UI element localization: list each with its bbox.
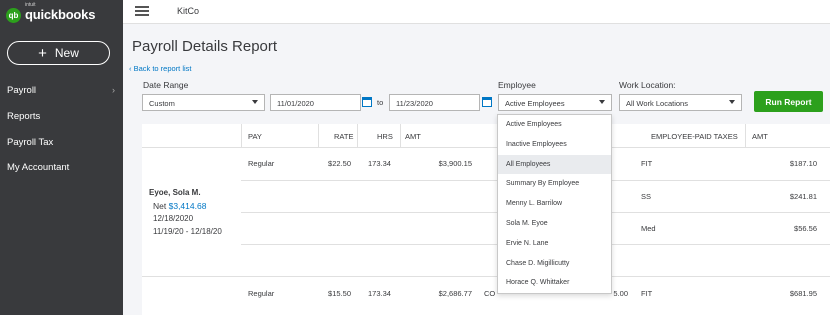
date-range-value: Custom <box>149 99 175 108</box>
dropdown-option-menny-barrilow[interactable]: Menny L. Barrilow <box>498 194 611 214</box>
cell-pay: Regular <box>248 159 275 168</box>
col-divider <box>357 124 358 147</box>
employee-value: Active Employees <box>505 99 565 108</box>
dropdown-option-sola-eyoe[interactable]: Sola M. Eyoe <box>498 214 611 234</box>
cell-tax-amt: $241.81 <box>789 192 817 201</box>
sidebar: qb intuit quickbooks + New Payroll › Rep… <box>0 0 123 315</box>
page-title: Payroll Details Report <box>132 38 278 55</box>
date-range-select[interactable]: Custom <box>142 94 265 111</box>
new-button[interactable]: + New <box>7 41 110 65</box>
row-divider <box>142 276 830 277</box>
top-bar: KitCo <box>123 0 830 24</box>
net-label: Net <box>153 201 167 211</box>
pay-period: 11/19/20 - 12/18/20 <box>153 227 222 236</box>
col-header-amt[interactable]: AMT <box>405 132 421 141</box>
col-header-rate[interactable]: RATE <box>334 132 353 141</box>
dropdown-option-horace-whittaker[interactable]: Horace Q. Whittaker <box>498 273 611 293</box>
sidebar-item-label: Payroll Tax <box>7 137 54 148</box>
hamburger-menu-icon[interactable] <box>135 6 149 16</box>
date-range-label: Date Range <box>143 80 189 90</box>
sidebar-item-label: Payroll <box>7 85 37 96</box>
chevron-down-icon <box>599 100 605 104</box>
pay-date: 12/18/2020 <box>153 214 194 223</box>
employee-select[interactable]: Active Employees <box>498 94 612 111</box>
net-amount-link[interactable]: $3,414.68 <box>169 201 207 211</box>
header-divider <box>142 147 830 148</box>
dropdown-option-inactive-employees[interactable]: Inactive Employees <box>498 135 611 155</box>
employee-net: Net $3,414.68 <box>153 201 206 211</box>
col-divider <box>318 124 319 147</box>
qb-logo-icon: qb <box>6 7 21 23</box>
cell-tax-name: SS <box>641 192 652 201</box>
employee-label: Employee <box>498 80 536 90</box>
to-label: to <box>377 98 384 107</box>
sidebar-item-payroll-tax[interactable]: Payroll Tax <box>7 137 115 148</box>
cell-tax-amt: $681.95 <box>789 289 817 298</box>
employee-dropdown-menu: Active Employees Inactive Employees All … <box>497 114 612 294</box>
col-divider <box>400 124 401 147</box>
cell-pay: Regular <box>248 289 275 298</box>
from-date-value: 11/01/2020 <box>277 99 314 108</box>
to-date-value: 11/23/2020 <box>396 99 433 108</box>
run-report-button[interactable]: Run Report <box>754 91 823 112</box>
sidebar-item-my-accountant[interactable]: My Accountant <box>7 162 115 173</box>
work-location-select[interactable]: All Work Locations <box>619 94 742 111</box>
chevron-right-icon: › <box>112 85 115 95</box>
dropdown-option-active-employees[interactable]: Active Employees <box>498 115 611 135</box>
sidebar-item-label: Reports <box>7 111 41 122</box>
cell-rate: $15.50 <box>328 289 351 298</box>
col-header-hrs[interactable]: HRS <box>377 132 393 141</box>
col-divider <box>241 124 242 147</box>
company-name: KitCo <box>177 6 200 16</box>
col-header-amt[interactable]: AMT <box>752 132 768 141</box>
col-header-employee-taxes[interactable]: EMPLOYEE-PAID TAXES <box>651 132 738 141</box>
dropdown-option-chase-migillicutty[interactable]: Chase D. Migillicutty <box>498 254 611 274</box>
work-location-value: All Work Locations <box>626 99 688 108</box>
sidebar-item-label: My Accountant <box>7 162 70 173</box>
employee-name: Eyoe, Sola M. <box>149 188 201 197</box>
calendar-icon[interactable] <box>482 97 492 107</box>
sidebar-item-payroll[interactable]: Payroll › <box>7 85 115 96</box>
work-location-label: Work Location: <box>619 80 676 90</box>
calendar-icon[interactable] <box>362 97 372 107</box>
new-button-label: New <box>54 46 79 60</box>
sidebar-item-reports[interactable]: Reports <box>7 111 115 122</box>
back-to-report-list-link[interactable]: ‹ Back to report list <box>129 64 192 73</box>
cell-tax-amt: $187.10 <box>789 159 817 168</box>
from-date-input[interactable]: 11/01/2020 <box>270 94 361 111</box>
col-divider <box>745 124 746 147</box>
quickbooks-logo[interactable]: qb intuit quickbooks <box>6 2 96 25</box>
logo-intuit-text: intuit <box>25 2 36 8</box>
chevron-down-icon <box>729 100 735 104</box>
cell-hrs: 173.34 <box>368 289 391 298</box>
logo-text: intuit quickbooks <box>25 2 96 24</box>
cell-rate: $22.50 <box>328 159 351 168</box>
plus-icon: + <box>38 44 47 62</box>
cell-hrs: 173.34 <box>368 159 391 168</box>
cell-tax-name: FIT <box>641 289 653 298</box>
dropdown-option-all-employees[interactable]: All Employees <box>498 154 611 175</box>
col-header-pay[interactable]: PAY <box>248 132 262 141</box>
chevron-down-icon <box>252 100 258 104</box>
dropdown-option-ervie-lane[interactable]: Ervie N. Lane <box>498 234 611 254</box>
dropdown-option-summary-by-employee[interactable]: Summary By Employee <box>498 174 611 194</box>
cell-tax-amt: $56.56 <box>794 224 817 233</box>
cell-amt: $3,900.15 <box>438 159 472 168</box>
to-date-input[interactable]: 11/23/2020 <box>389 94 480 111</box>
report-table <box>142 124 830 315</box>
cell-extra: CO <box>484 289 496 298</box>
cell-tax-name: Med <box>641 224 656 233</box>
logo-quickbooks-text: quickbooks <box>25 7 96 22</box>
cell-amt: $2,686.77 <box>438 289 472 298</box>
cell-tax-name: FIT <box>641 159 653 168</box>
